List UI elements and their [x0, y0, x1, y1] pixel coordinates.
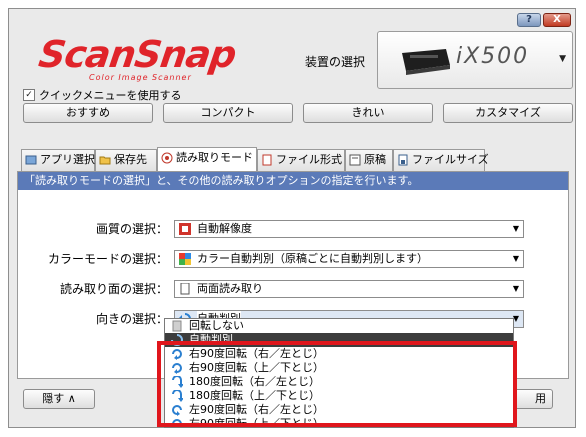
tab-label: ファイル形式: [276, 153, 342, 166]
hide-label: 隠す: [42, 392, 65, 405]
tab-label: 保存先: [114, 153, 147, 166]
folder-icon: [99, 156, 111, 165]
tab-label: 原稿: [364, 153, 386, 166]
color-mode-select[interactable]: カラー自動判別（原稿ごとに自動判別します） ▼: [174, 250, 524, 268]
hide-button[interactable]: 隠す ∧: [23, 389, 95, 409]
annotation-highlight-box: [157, 341, 517, 427]
device-select[interactable]: iX500 ▼: [377, 31, 573, 89]
color-mode-label: カラーモードの選択：: [47, 252, 168, 266]
app-icon: [25, 155, 37, 165]
duplex-icon: [180, 283, 190, 295]
quick-menu-label: クイックメニューを使用する: [39, 89, 182, 102]
no-rotate-icon: [172, 320, 182, 332]
scanner-icon: [402, 49, 450, 75]
scan-side-value: 両面読み取り: [197, 282, 263, 295]
mode-button-fine[interactable]: きれい: [303, 103, 433, 123]
logo-subtitle: Color Image Scanner: [89, 73, 192, 82]
quick-menu-checkbox[interactable]: ✓: [23, 89, 35, 101]
orientation-label: 向きの選択：: [95, 312, 168, 326]
quick-menu-option[interactable]: ✓ クイックメニューを使用する: [23, 87, 182, 103]
tab-scan-mode[interactable]: 読み取りモード: [157, 147, 257, 171]
chevron-down-icon: ▼: [512, 284, 519, 293]
tab-paper[interactable]: 原稿: [345, 149, 393, 171]
chevron-up-icon: ∧: [67, 392, 76, 405]
file-format-icon: [262, 154, 272, 166]
tab-label: ファイルサイズ: [412, 153, 489, 166]
dropdown-option-label: 回転しない: [189, 319, 244, 332]
help-button[interactable]: ?: [517, 13, 541, 27]
close-button[interactable]: X: [543, 13, 571, 27]
scan-side-label: 読み取り面の選択：: [59, 282, 168, 296]
quality-label: 画質の選択：: [95, 222, 168, 236]
tab-save-location[interactable]: 保存先: [95, 149, 157, 171]
mode-button-customize[interactable]: カスタマイズ: [443, 103, 573, 123]
logo-title: ScanSnap: [36, 33, 239, 76]
paper-icon: [349, 154, 361, 166]
quality-select[interactable]: 自動解像度 ▼: [174, 220, 524, 238]
quality-value: 自動解像度: [197, 222, 252, 235]
dropdown-option-no-rotate[interactable]: 回転しない: [165, 319, 513, 333]
color-icon: [179, 253, 191, 265]
tab-label: アプリ選択: [40, 153, 95, 166]
chevron-down-icon: ▼: [559, 54, 566, 64]
file-size-icon: [398, 154, 408, 166]
tab-file-format[interactable]: ファイル形式: [257, 149, 345, 171]
device-select-label: 装置の選択: [305, 55, 366, 69]
scan-mode-icon: [161, 152, 173, 164]
scansnap-logo: ScanSnap Color Image Scanner: [36, 33, 279, 83]
quality-icon: [179, 223, 191, 235]
chevron-down-icon: ▼: [512, 224, 519, 233]
mode-button-recommended[interactable]: おすすめ: [23, 103, 153, 123]
chevron-down-icon: ▼: [512, 254, 519, 263]
tab-file-size[interactable]: ファイルサイズ: [393, 149, 489, 171]
scan-side-select[interactable]: 両面読み取り ▼: [174, 280, 524, 298]
mode-button-compact[interactable]: コンパクト: [163, 103, 293, 123]
device-model: iX500: [456, 44, 530, 69]
tab-app-select[interactable]: アプリ選択: [21, 149, 95, 171]
panel-header: 「読み取りモードの選択」と、その他の読み取りオプションの指定を行います。: [18, 172, 568, 190]
tab-label: 読み取りモード: [176, 151, 253, 164]
color-mode-value: カラー自動判別（原稿ごとに自動判別します）: [197, 252, 428, 265]
